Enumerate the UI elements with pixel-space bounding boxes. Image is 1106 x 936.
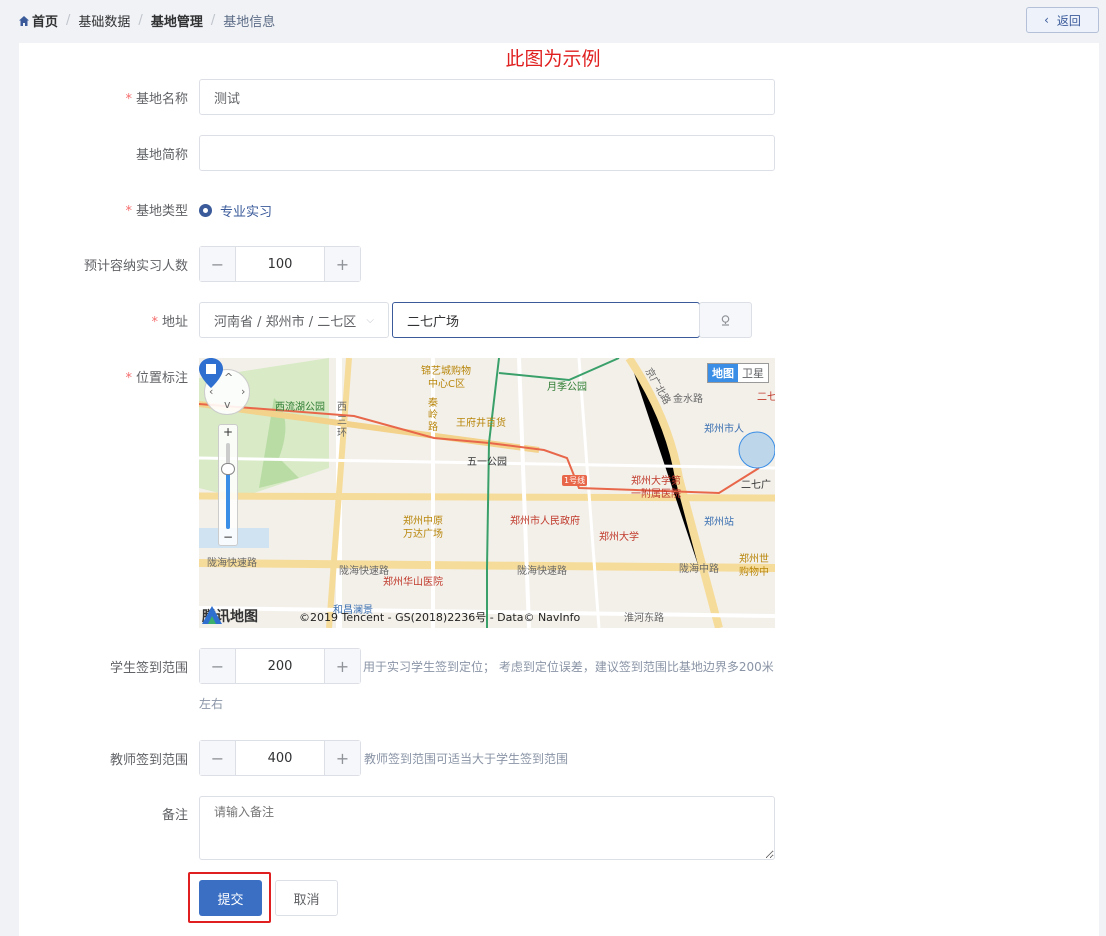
breadcrumb-base-info: 基地信息 (223, 15, 276, 30)
metro-line-badge: 1号线 (562, 475, 588, 486)
map-poi-label: 中心C区 (428, 379, 465, 390)
back-button[interactable]: ‹ 返回 (1026, 7, 1099, 33)
breadcrumb-separator: / (138, 13, 143, 28)
map-poi-label: 郑州市人民政府 (510, 516, 580, 527)
map-type-map-button[interactable]: 地图 (708, 364, 738, 382)
teacher-range-stepper: − 400 + (199, 740, 361, 776)
map-poi-label: 万达广场 (403, 529, 443, 540)
breadcrumb-separator: / (210, 13, 216, 28)
address-label: * 地址 (151, 315, 188, 330)
capacity-label: 预计容纳实习人数 (83, 259, 188, 274)
zoom-out-button[interactable]: − (219, 530, 237, 544)
teacher-range-value[interactable]: 400 (236, 741, 324, 775)
radio-checked-icon (199, 204, 212, 217)
tencent-map-logo-icon (202, 606, 222, 624)
map-road-label: 金水路 (673, 394, 703, 405)
breadcrumb-separator: / (66, 13, 71, 28)
map-poi-label: 郑州华山医院 (383, 577, 443, 588)
capacity-increment-button[interactable]: + (324, 247, 360, 281)
map-poi-label: 郑州大学 (599, 532, 639, 543)
chevron-down-icon: ⌵ (366, 314, 374, 326)
map-poi-label: 二七 (757, 392, 775, 403)
cancel-button[interactable]: 取消 (275, 880, 338, 916)
address-locate-button[interactable] (699, 302, 752, 338)
pan-right-icon: › (241, 385, 246, 398)
map-poi-label: 西流湖公园 (275, 402, 325, 413)
home-icon (19, 15, 29, 26)
teacher-range-increment-button[interactable]: + (324, 741, 360, 775)
map-poi-label: 二七广 (741, 480, 771, 491)
example-watermark: 此图为示例 (505, 48, 601, 70)
map-road-label: 环 (337, 428, 347, 439)
map-road-label: 西 (337, 402, 347, 413)
breadcrumb-home[interactable]: 首页 (32, 11, 58, 30)
teacher-range-label: 教师签到范围 (109, 753, 188, 768)
chevron-left-icon: ‹ (1044, 13, 1049, 27)
capacity-decrement-button[interactable]: − (200, 247, 236, 281)
breadcrumb-base-management[interactable]: 基地管理 (151, 11, 203, 30)
submit-button[interactable]: 提交 (199, 880, 262, 916)
remark-textarea[interactable] (199, 796, 775, 860)
map-road-label: 陇海中路 (679, 564, 719, 575)
short-name-label: 基地简称 (135, 148, 188, 163)
type-radio-professional[interactable]: 专业实习 (199, 201, 272, 220)
capacity-value[interactable]: 100 (236, 247, 324, 281)
address-detail-input[interactable]: 二七广场 (392, 302, 700, 338)
location-label: * 位置标注 (125, 371, 188, 386)
zoom-slider-handle[interactable] (221, 463, 235, 475)
map-type-satellite-button[interactable]: 卫星 (738, 364, 768, 382)
name-label: * 基地名称 (125, 92, 188, 107)
location-pin-icon (199, 358, 223, 388)
back-button-label: 返回 (1056, 13, 1081, 28)
map-road-label: 淮河东路 (624, 613, 664, 624)
type-label: * 基地类型 (125, 204, 188, 219)
teacher-range-decrement-button[interactable]: − (200, 741, 236, 775)
map-poi-label: 王府井百货 (456, 418, 506, 429)
region-value: 河南省 / 郑州市 / 二七区 (214, 314, 357, 330)
map-zoom-control: + − (218, 424, 238, 546)
name-input[interactable]: 测试 (199, 79, 775, 115)
map-view[interactable]: 锦艺城购物 中心C区 月季公园 西流湖公园 西 三 环 王府井百货 秦 岭 路 … (199, 358, 775, 628)
remark-label: 备注 (161, 808, 188, 823)
capacity-stepper: − 100 + (199, 246, 361, 282)
map-type-toggle: 地图 卫星 (707, 363, 769, 383)
map-road-label: 路 (428, 422, 438, 433)
pan-up-icon: ^ (224, 371, 234, 384)
location-search-icon (721, 314, 730, 326)
tencent-map-logo: 腾讯地图 (202, 606, 258, 626)
map-copyright: ©2019 Tencent - GS(2018)2236号 - Data© Na… (299, 611, 581, 624)
teacher-range-hint: 教师签到范围可适当大于学生签到范围 (364, 752, 569, 766)
short-name-input[interactable] (199, 135, 775, 171)
student-range-hint-continued: 左右 (199, 697, 224, 711)
breadcrumb-basic-data[interactable]: 基础数据 (78, 11, 130, 30)
map-poi-label: 郑州站 (704, 517, 734, 528)
student-range-stepper: − 200 + (199, 648, 361, 684)
map-poi-label: 五一公园 (467, 457, 507, 468)
map-poi-label: 一附属医院 (631, 489, 681, 500)
map-poi-label: 郑州市人 (704, 424, 744, 435)
map-road-label: 陇海快速路 (339, 566, 389, 577)
zoom-in-button[interactable]: + (219, 425, 237, 439)
student-range-value[interactable]: 200 (236, 649, 324, 683)
breadcrumb: 首页 / 基础数据 / 基地管理 / 基地信息 (18, 11, 275, 30)
map-poi-label: 月季公园 (547, 382, 587, 393)
region-cascader[interactable]: 河南省 / 郑州市 / 二七区 ⌵ (199, 302, 389, 338)
map-road-label: 陇海快速路 (207, 558, 257, 569)
map-poi-label: 购物中 (739, 567, 769, 578)
student-range-label: 学生签到范围 (109, 661, 188, 676)
student-range-decrement-button[interactable]: − (200, 649, 236, 683)
zoom-level-fill (226, 469, 230, 529)
student-range-hint: 用于实习学生签到定位； 考虑到定位误差，建议签到范围比基地边界多200米 (363, 660, 774, 674)
type-radio-label: 专业实习 (220, 205, 273, 220)
student-range-increment-button[interactable]: + (324, 649, 360, 683)
pan-down-icon: v (224, 398, 231, 411)
top-bar: 首页 / 基础数据 / 基地管理 / 基地信息 ‹ 返回 (0, 0, 1106, 40)
map-road-label: 陇海快速路 (517, 566, 567, 577)
